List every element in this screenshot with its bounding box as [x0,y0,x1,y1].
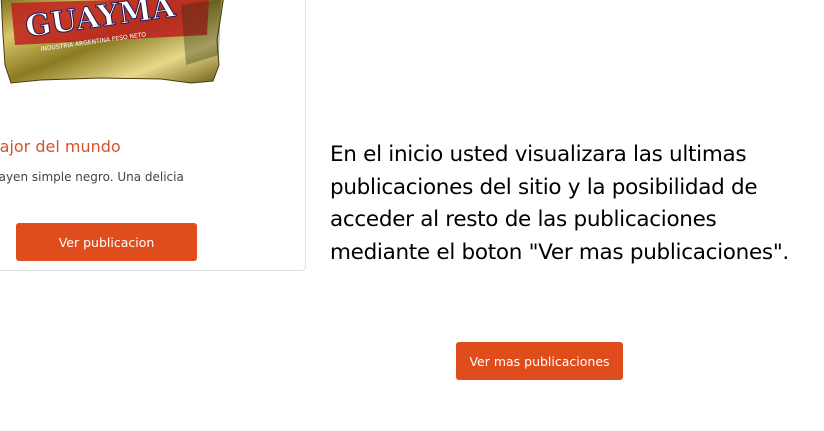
publication-title[interactable]: fajor del mundo [0,137,121,156]
instructions-text: En el inicio usted visualizara las ultim… [330,139,818,269]
product-image: GUAYMA INDUSTRIA ARGENTINA PESO NETO [0,0,226,85]
instructions-line: publicaciones del sitio y la posibilidad… [330,174,758,200]
instructions-line: acceder al resto de las publicaciones [330,207,717,232]
ver-publicacion-button[interactable]: Ver publicacion [16,223,197,261]
page: GUAYMA INDUSTRIA ARGENTINA PESO NETO faj… [0,0,824,431]
instructions-line: mediante el boton "Ver mas publicaciones… [330,239,789,265]
alfajor-package-image: GUAYMA INDUSTRIA ARGENTINA PESO NETO [0,0,224,84]
ver-mas-publicaciones-button[interactable]: Ver mas publicaciones [456,342,623,380]
publication-description: nayen simple negro. Una delicia [0,170,184,184]
instructions-line: En el inicio usted visualizara las ultim… [330,142,747,167]
